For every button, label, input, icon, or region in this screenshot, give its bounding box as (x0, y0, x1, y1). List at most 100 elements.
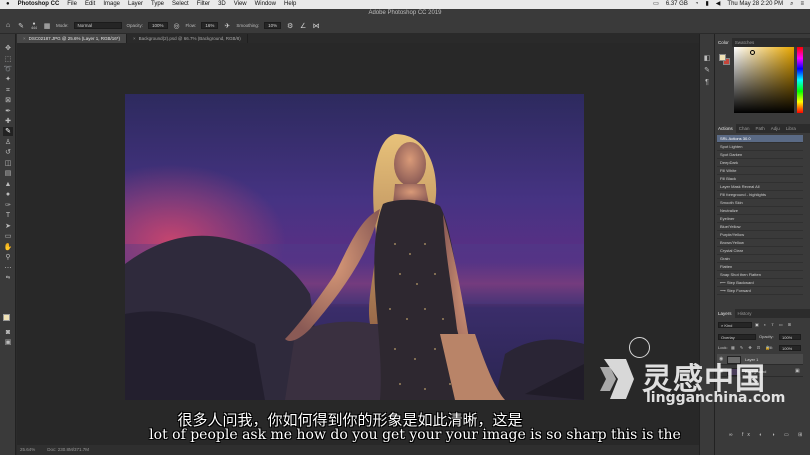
tab-background-psd[interactable]: × Background(2).psd @ 66.7% (Background, … (127, 34, 248, 43)
action-item[interactable]: Flatten (717, 263, 803, 271)
quick-select-tool-icon[interactable]: ✦ (3, 75, 13, 84)
home-icon[interactable]: ⌂ (4, 22, 12, 30)
foreground-color-swatch[interactable] (3, 314, 10, 321)
action-item[interactable]: Eyeliner (717, 215, 803, 223)
action-item-step-backward[interactable]: ⟵ Step Backward (717, 279, 803, 287)
tab-actions[interactable]: Actions (715, 124, 736, 133)
action-item[interactable]: Grain (717, 255, 803, 263)
opacity-input[interactable]: 100% (148, 22, 168, 29)
brushes-icon[interactable]: ✎ (702, 66, 712, 75)
menu-view[interactable]: View (234, 0, 247, 9)
hue-slider[interactable] (797, 47, 803, 113)
mode-select[interactable]: Normal (73, 22, 122, 29)
action-item[interactable]: Blue/Yellow (717, 223, 803, 231)
pressure-opacity-icon[interactable]: ◎ (173, 22, 181, 30)
color-picker-cursor[interactable] (750, 50, 755, 55)
action-item[interactable]: Spot Darken (717, 151, 803, 159)
layer-filter-kind[interactable]: ⌕ Kind (718, 322, 752, 328)
photo-image[interactable] (125, 94, 584, 400)
menu-layer[interactable]: Layer (128, 0, 143, 9)
tab-libraries[interactable]: Libra (783, 124, 799, 133)
gradient-tool-icon[interactable]: ▤ (3, 169, 13, 178)
action-item[interactable]: Snap Shot then Flatten (717, 271, 803, 279)
wifi-icon[interactable]: ◔ (695, 0, 699, 9)
action-item[interactable]: Fill White (717, 167, 803, 175)
menu-file[interactable]: File (67, 0, 77, 9)
close-icon[interactable]: × (133, 36, 136, 41)
apple-icon[interactable]: ● (6, 0, 10, 9)
tab-swatches[interactable]: Swatches (732, 38, 758, 47)
eraser-tool-icon[interactable]: ◫ (3, 159, 13, 168)
menu-help[interactable]: Help (284, 0, 296, 9)
action-item[interactable]: Crystal Clear (717, 247, 803, 255)
lasso-tool-icon[interactable]: ➰ (3, 65, 13, 74)
menu-window[interactable]: Window (255, 0, 276, 9)
menu-clock[interactable]: Thu May 28 2:20 PM (727, 0, 783, 9)
layer-opacity-input[interactable]: 100% (779, 334, 801, 340)
blend-mode-select[interactable]: Overlay (718, 334, 756, 340)
tab-layers[interactable]: Layers (715, 309, 735, 318)
type-tool-icon[interactable]: T (3, 211, 13, 220)
layer-filter-icons[interactable]: ▣ ◐ T ▭ ⊞ (755, 322, 793, 327)
action-item[interactable]: Brown/Yellow (717, 239, 803, 247)
airbrush-icon[interactable]: ✈ (223, 22, 231, 30)
tab-paths[interactable]: Path (753, 124, 768, 133)
volume-icon[interactable]: ◀ (716, 0, 721, 9)
action-item[interactable]: Neutralize (717, 207, 803, 215)
blur-tool-icon[interactable]: ▲ (3, 180, 13, 189)
stamp-tool-icon[interactable]: ♙ (3, 138, 13, 147)
screen-mode-icon[interactable]: ▣ (3, 338, 13, 347)
layer-bottom-actions[interactable]: ∞ fx ◐ ◑ ▭ ⊞ 🗑 (729, 432, 810, 438)
swap-colors-icon[interactable]: ⇆ (3, 274, 13, 283)
action-item[interactable]: Purple/Yellow (717, 231, 803, 239)
brush-tool-icon[interactable]: ✎ (17, 22, 25, 30)
smoothing-input[interactable]: 10% (264, 22, 282, 29)
menu-filter[interactable]: Filter (197, 0, 210, 9)
menu-select[interactable]: Select (172, 0, 189, 9)
pen-tool-icon[interactable]: ✑ (3, 201, 13, 210)
zoom-level[interactable]: 25.64% (20, 445, 35, 455)
tab-channels[interactable]: Chan (736, 124, 753, 133)
flow-input[interactable]: 16% (201, 22, 219, 29)
angle-icon[interactable]: ∠ (299, 22, 307, 30)
zoom-tool-icon[interactable]: ⚲ (3, 253, 13, 262)
properties-icon[interactable]: ◧ (702, 54, 712, 63)
menu-image[interactable]: Image (103, 0, 120, 9)
action-item[interactable]: Layer Mask Reveal All (717, 183, 803, 191)
fill-input[interactable]: 100% (779, 345, 801, 351)
brush-tool-icon[interactable]: ✎ (3, 127, 13, 136)
smoothing-settings-icon[interactable]: ⚙ (286, 22, 294, 30)
brush-preset-icon[interactable]: ● 444 (30, 21, 38, 30)
menu-3d[interactable]: 3D (218, 0, 226, 9)
menu-app-name[interactable]: Photoshop CC (18, 0, 60, 9)
marquee-tool-icon[interactable]: ⬚ (3, 55, 13, 64)
action-item-step-forward[interactable]: ⟶ Step Forward (717, 287, 803, 295)
battery-icon[interactable]: ▭ (653, 0, 659, 9)
crop-tool-icon[interactable]: ⌗ (3, 86, 13, 95)
menu-type[interactable]: Type (151, 0, 164, 9)
shape-tool-icon[interactable]: ▭ (3, 232, 13, 241)
history-brush-tool-icon[interactable]: ↺ (3, 148, 13, 157)
color-picker-field[interactable] (734, 47, 794, 113)
flag-icon[interactable]: ▮ (705, 0, 708, 9)
action-item[interactable]: Fill Black (717, 175, 803, 183)
move-tool-icon[interactable]: ✥ (3, 44, 13, 53)
more-tools-icon[interactable]: ⋯ (3, 264, 13, 273)
tab-color[interactable]: Color (715, 38, 732, 47)
eyedropper-tool-icon[interactable]: ✒ (3, 107, 13, 116)
action-item[interactable]: Spot Lighten (717, 143, 803, 151)
symmetry-icon[interactable]: ⋈ (312, 22, 320, 30)
close-icon[interactable]: × (23, 36, 26, 41)
menu-edit[interactable]: Edit (85, 0, 95, 9)
hand-tool-icon[interactable]: ✋ (3, 243, 13, 252)
tab-dsc02187[interactable]: × DSC02187.JPG @ 25.6% (Layer 1, RGB/16*) (17, 34, 128, 43)
paragraph-icon[interactable]: ¶ (702, 78, 712, 87)
action-item[interactable]: Fill foreground - highlights (717, 191, 803, 199)
dodge-tool-icon[interactable]: ● (3, 190, 13, 199)
action-item[interactable]: DeepDark (717, 159, 803, 167)
tab-history[interactable]: History (735, 309, 755, 318)
brush-settings-icon[interactable]: ▦ (43, 22, 51, 30)
quick-mask-icon[interactable]: ◙ (3, 328, 13, 337)
tab-adjustments[interactable]: Adju (768, 124, 783, 133)
healing-tool-icon[interactable]: ✚ (3, 117, 13, 126)
